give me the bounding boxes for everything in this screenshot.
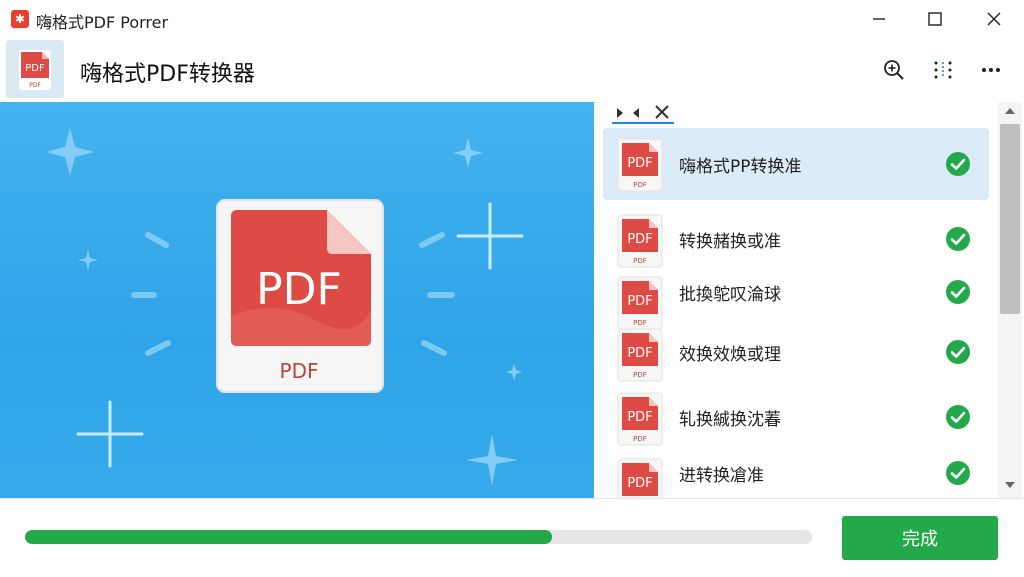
file-list-item-label: 效换效焕或理 xyxy=(679,345,781,365)
done-button[interactable]: 完成 xyxy=(842,516,998,560)
thumb-pdf-caption: PDF xyxy=(633,371,647,379)
file-list-item[interactable]: PDF PDF 嗨格式PP转换准 xyxy=(603,128,989,200)
grid-sort-icon xyxy=(934,61,952,79)
file-list-item-label: 轧换絾换沈萶 xyxy=(679,410,781,430)
thumb-pdf-caption: PDF xyxy=(633,257,647,265)
thumb-pdf-text: PDF xyxy=(627,346,652,361)
page-title: 嗨格式PDF转换器 xyxy=(80,62,255,87)
hero-pdf-text: PDF xyxy=(256,264,342,315)
pdf-file-icon: PDF PDF xyxy=(617,328,663,382)
thumb-pdf-text: PDF xyxy=(627,156,652,171)
close-button[interactable] xyxy=(965,0,1023,38)
pdf-file-icon: PDF PDF xyxy=(617,138,663,192)
pdf-document-icon: PDF PDF xyxy=(216,199,384,393)
thumb-pdf-text: PDF xyxy=(627,232,652,247)
file-list-item-label: 嗨格式PP转换准 xyxy=(679,157,802,177)
tab-underline xyxy=(612,122,674,124)
file-list-item[interactable]: PDF PDF 效换效焕或理 xyxy=(603,318,989,386)
thumb-pdf-text: PDF xyxy=(627,476,652,491)
minimize-button[interactable] xyxy=(850,0,908,38)
arrow-right-icon[interactable] xyxy=(614,106,626,120)
scroll-down-icon[interactable] xyxy=(1005,482,1015,488)
header-pdf-text: PDF xyxy=(25,63,45,74)
thumb-pdf-caption: PDF xyxy=(633,435,647,443)
app-header: PDF PDF 嗨格式PDF转换器 xyxy=(0,38,1024,103)
file-list-item[interactable]: PDF PDF 转换赭换或准 xyxy=(603,204,989,274)
hero-pdf-caption: PDF xyxy=(280,359,319,383)
file-list-item[interactable]: PDF PDF 批換鸵叹淪球 xyxy=(603,266,989,330)
title-bar: ✱ 嗨格式PDF Porrer xyxy=(0,0,1024,38)
app-logo-icon: ✱ xyxy=(11,10,29,28)
scroll-up-icon[interactable] xyxy=(1005,108,1015,114)
maximize-icon xyxy=(928,12,942,26)
scrollbar-thumb[interactable] xyxy=(1000,124,1020,314)
thumb-pdf-text: PDF xyxy=(627,410,652,425)
arrow-left-icon[interactable] xyxy=(630,106,642,120)
file-list-item[interactable]: PDFPDF进转换凔准 xyxy=(603,448,989,512)
progress-bar xyxy=(25,530,812,544)
file-list-item-label: 进转换凔准 xyxy=(679,466,764,486)
check-circle-icon xyxy=(946,340,970,364)
zoom-icon xyxy=(884,60,904,80)
progress-fill xyxy=(25,530,553,544)
check-circle-icon xyxy=(946,280,970,304)
close-icon[interactable] xyxy=(654,104,670,120)
maximize-button[interactable] xyxy=(906,0,964,38)
file-list: PDF PDF 嗨格式PP转换准 PDF PDF 转换赭换或准 PDF PDF 批換鸵叹淪球 PD… xyxy=(598,126,996,512)
header-app-icon: PDF PDF xyxy=(6,40,64,98)
thumb-pdf-text: PDF xyxy=(627,294,652,309)
file-list-item-label: 批換鸵叹淪球 xyxy=(679,285,781,305)
check-circle-icon xyxy=(946,227,970,251)
close-icon xyxy=(987,12,1001,26)
hero-illustration: PDF PDF xyxy=(0,102,594,498)
more-icon xyxy=(982,68,1000,72)
file-list-item-label: 转换赭换或准 xyxy=(679,232,781,252)
file-list-panel: PDF PDF 嗨格式PP转换准 PDF PDF 转换赭换或准 PDF PDF 批換鸵叹淪球 PD… xyxy=(598,102,1024,512)
pdf-file-icon: PDF PDF xyxy=(19,50,51,90)
check-circle-icon xyxy=(946,152,970,176)
header-pdf-caption: PDF xyxy=(29,82,41,89)
zoom-button[interactable] xyxy=(878,54,910,86)
panel-tab-bar xyxy=(598,102,1024,126)
footer-bar: 完成 xyxy=(0,498,1024,577)
file-list-item[interactable]: PDF PDF 轧换絾换沈萶 xyxy=(603,382,989,452)
check-circle-icon xyxy=(946,461,970,485)
check-circle-icon xyxy=(946,405,970,429)
more-button[interactable] xyxy=(975,54,1007,86)
pdf-file-icon: PDF PDF xyxy=(617,214,663,268)
thumb-pdf-caption: PDF xyxy=(633,181,647,189)
sort-button[interactable] xyxy=(927,54,959,86)
window-title: 嗨格式PDF Porrer xyxy=(36,13,169,32)
pdf-file-icon: PDF PDF xyxy=(617,392,663,446)
scrollbar[interactable] xyxy=(998,102,1022,498)
minimize-icon xyxy=(873,18,885,20)
